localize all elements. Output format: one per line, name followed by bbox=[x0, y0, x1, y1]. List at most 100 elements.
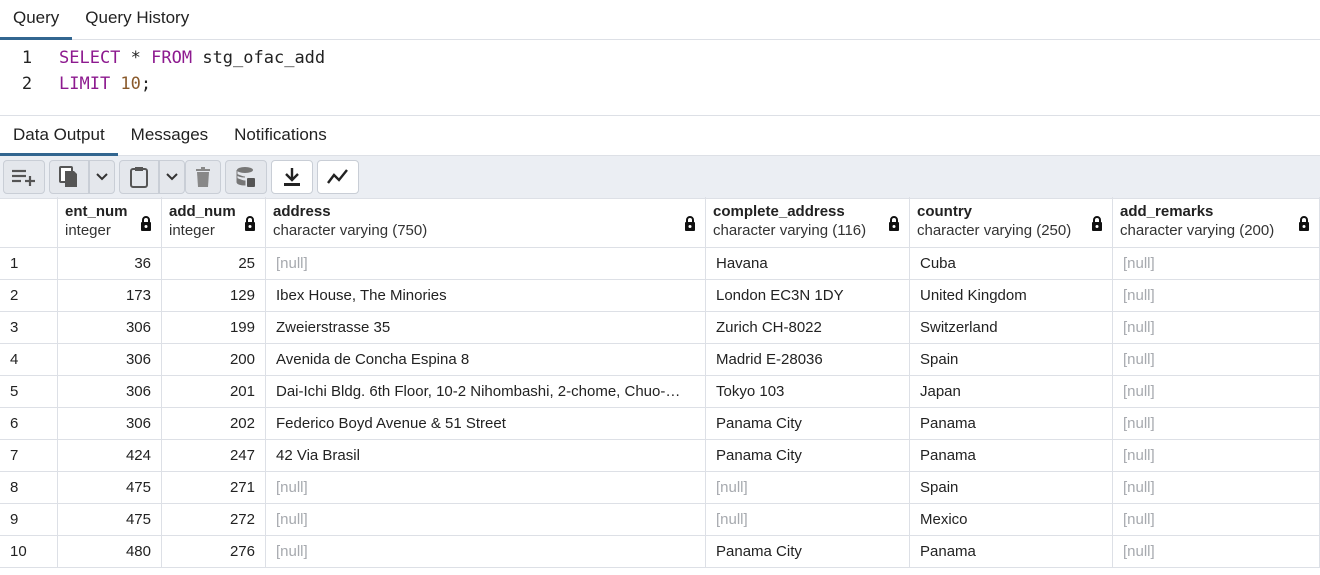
cell-country[interactable]: Switzerland bbox=[909, 311, 1113, 344]
add-row-button[interactable] bbox=[3, 160, 45, 194]
column-header-add-num[interactable]: add_num integer bbox=[161, 197, 266, 248]
table-row[interactable]: 7 424 247 42 Via Brasil Panama City Panama [nu… bbox=[0, 439, 1320, 472]
table-row[interactable]: 8 475 271 [null] [null] Spain [null] bbox=[0, 471, 1320, 504]
cell-add-remarks[interactable]: [null] bbox=[1112, 407, 1320, 440]
cell-address[interactable]: [null] bbox=[265, 503, 706, 536]
cell-add-remarks[interactable]: [null] bbox=[1112, 535, 1320, 568]
row-number[interactable]: 10 bbox=[0, 535, 58, 568]
row-number[interactable]: 4 bbox=[0, 343, 58, 376]
column-header-complete-address[interactable]: complete_address character varying (116) bbox=[705, 197, 910, 248]
cell-add-remarks[interactable]: [null] bbox=[1112, 279, 1320, 312]
cell-address[interactable]: Zweierstrasse 35 bbox=[265, 311, 706, 344]
column-header-ent-num[interactable]: ent_num integer bbox=[57, 197, 162, 248]
cell-complete-address[interactable]: Havana bbox=[705, 247, 910, 280]
cell-address[interactable]: [null] bbox=[265, 535, 706, 568]
table-row[interactable]: 10 480 276 [null] Panama City Panama [null] bbox=[0, 535, 1320, 568]
tab-notifications[interactable]: Notifications bbox=[221, 116, 340, 155]
cell-ent-num[interactable]: 424 bbox=[57, 439, 162, 472]
cell-add-remarks[interactable]: [null] bbox=[1112, 471, 1320, 504]
cell-ent-num[interactable]: 475 bbox=[57, 471, 162, 504]
cell-ent-num[interactable]: 475 bbox=[57, 503, 162, 536]
table-row[interactable]: 3 306 199 Zweierstrasse 35 Zurich CH-8022 Swi… bbox=[0, 311, 1320, 344]
cell-country[interactable]: Cuba bbox=[909, 247, 1113, 280]
cell-ent-num[interactable]: 306 bbox=[57, 375, 162, 408]
copy-options-dropdown[interactable] bbox=[89, 160, 115, 194]
cell-ent-num[interactable]: 173 bbox=[57, 279, 162, 312]
cell-add-remarks[interactable]: [null] bbox=[1112, 375, 1320, 408]
row-number-header[interactable] bbox=[0, 197, 58, 248]
table-row[interactable]: 1 36 25 [null] Havana Cuba [null] bbox=[0, 247, 1320, 280]
cell-complete-address[interactable]: [null] bbox=[705, 471, 910, 504]
table-row[interactable]: 6 306 202 Federico Boyd Avenue & 51 Street P… bbox=[0, 407, 1320, 440]
cell-add-num[interactable]: 199 bbox=[161, 311, 266, 344]
cell-complete-address[interactable]: London EC3N 1DY bbox=[705, 279, 910, 312]
cell-add-num[interactable]: 201 bbox=[161, 375, 266, 408]
cell-ent-num[interactable]: 480 bbox=[57, 535, 162, 568]
save-data-button[interactable] bbox=[225, 160, 267, 194]
cell-add-remarks[interactable]: [null] bbox=[1112, 503, 1320, 536]
tab-query[interactable]: Query bbox=[0, 0, 73, 40]
row-number[interactable]: 6 bbox=[0, 407, 58, 440]
cell-add-num[interactable]: 272 bbox=[161, 503, 266, 536]
row-number[interactable]: 2 bbox=[0, 279, 58, 312]
copy-button[interactable] bbox=[49, 160, 89, 194]
cell-country[interactable]: Panama bbox=[909, 407, 1113, 440]
cell-add-remarks[interactable]: [null] bbox=[1112, 343, 1320, 376]
cell-address[interactable]: Ibex House, The Minories bbox=[265, 279, 706, 312]
download-button[interactable] bbox=[271, 160, 313, 194]
table-row[interactable]: 4 306 200 Avenida de Concha Espina 8 Madrid … bbox=[0, 343, 1320, 376]
cell-ent-num[interactable]: 36 bbox=[57, 247, 162, 280]
cell-add-num[interactable]: 25 bbox=[161, 247, 266, 280]
cell-add-num[interactable]: 271 bbox=[161, 471, 266, 504]
table-row[interactable]: 2 173 129 Ibex House, The Minories London EC… bbox=[0, 279, 1320, 312]
row-number[interactable]: 9 bbox=[0, 503, 58, 536]
cell-complete-address[interactable]: Madrid E-28036 bbox=[705, 343, 910, 376]
sql-editor[interactable]: 1 2 SELECT * FROM stg_ofac_add LIMIT 10; bbox=[0, 40, 1320, 116]
cell-address[interactable]: 42 Via Brasil bbox=[265, 439, 706, 472]
cell-ent-num[interactable]: 306 bbox=[57, 311, 162, 344]
cell-add-num[interactable]: 200 bbox=[161, 343, 266, 376]
cell-country[interactable]: Panama bbox=[909, 439, 1113, 472]
cell-complete-address[interactable]: Panama City bbox=[705, 535, 910, 568]
cell-complete-address[interactable]: Panama City bbox=[705, 407, 910, 440]
cell-complete-address[interactable]: Zurich CH-8022 bbox=[705, 311, 910, 344]
cell-address[interactable]: Avenida de Concha Espina 8 bbox=[265, 343, 706, 376]
cell-add-remarks[interactable]: [null] bbox=[1112, 247, 1320, 280]
row-number[interactable]: 5 bbox=[0, 375, 58, 408]
cell-complete-address[interactable]: Panama City bbox=[705, 439, 910, 472]
cell-add-remarks[interactable]: [null] bbox=[1112, 311, 1320, 344]
cell-country[interactable]: Mexico bbox=[909, 503, 1113, 536]
tab-messages[interactable]: Messages bbox=[118, 116, 221, 155]
cell-add-remarks[interactable]: [null] bbox=[1112, 439, 1320, 472]
tab-query-history[interactable]: Query History bbox=[72, 0, 202, 39]
cell-country[interactable]: Japan bbox=[909, 375, 1113, 408]
cell-address[interactable]: Federico Boyd Avenue & 51 Street bbox=[265, 407, 706, 440]
cell-ent-num[interactable]: 306 bbox=[57, 407, 162, 440]
row-number[interactable]: 7 bbox=[0, 439, 58, 472]
table-row[interactable]: 5 306 201 Dai-Ichi Bldg. 6th Floor, 10-2 Ni… bbox=[0, 375, 1320, 408]
cell-complete-address[interactable]: Tokyo 103 bbox=[705, 375, 910, 408]
row-number[interactable]: 3 bbox=[0, 311, 58, 344]
cell-address[interactable]: Dai-Ichi Bldg. 6th Floor, 10-2 Nihombash… bbox=[265, 375, 706, 408]
cell-add-num[interactable]: 276 bbox=[161, 535, 266, 568]
tab-data-output[interactable]: Data Output bbox=[0, 116, 118, 156]
paste-button[interactable] bbox=[119, 160, 159, 194]
cell-country[interactable]: United Kingdom bbox=[909, 279, 1113, 312]
cell-address[interactable]: [null] bbox=[265, 471, 706, 504]
cell-country[interactable]: Panama bbox=[909, 535, 1113, 568]
cell-add-num[interactable]: 247 bbox=[161, 439, 266, 472]
delete-button[interactable] bbox=[185, 160, 221, 194]
cell-country[interactable]: Spain bbox=[909, 343, 1113, 376]
graph-visualiser-button[interactable] bbox=[317, 160, 359, 194]
cell-complete-address[interactable]: [null] bbox=[705, 503, 910, 536]
table-row[interactable]: 9 475 272 [null] [null] Mexico [null] bbox=[0, 503, 1320, 536]
column-header-add-remarks[interactable]: add_remarks character varying (200) bbox=[1112, 197, 1320, 248]
cell-add-num[interactable]: 202 bbox=[161, 407, 266, 440]
cell-ent-num[interactable]: 306 bbox=[57, 343, 162, 376]
code-area[interactable]: SELECT * FROM stg_ofac_add LIMIT 10; bbox=[59, 45, 325, 97]
column-header-address[interactable]: address character varying (750) bbox=[265, 197, 706, 248]
row-number[interactable]: 1 bbox=[0, 247, 58, 280]
column-header-country[interactable]: country character varying (250) bbox=[909, 197, 1113, 248]
row-number[interactable]: 8 bbox=[0, 471, 58, 504]
cell-add-num[interactable]: 129 bbox=[161, 279, 266, 312]
